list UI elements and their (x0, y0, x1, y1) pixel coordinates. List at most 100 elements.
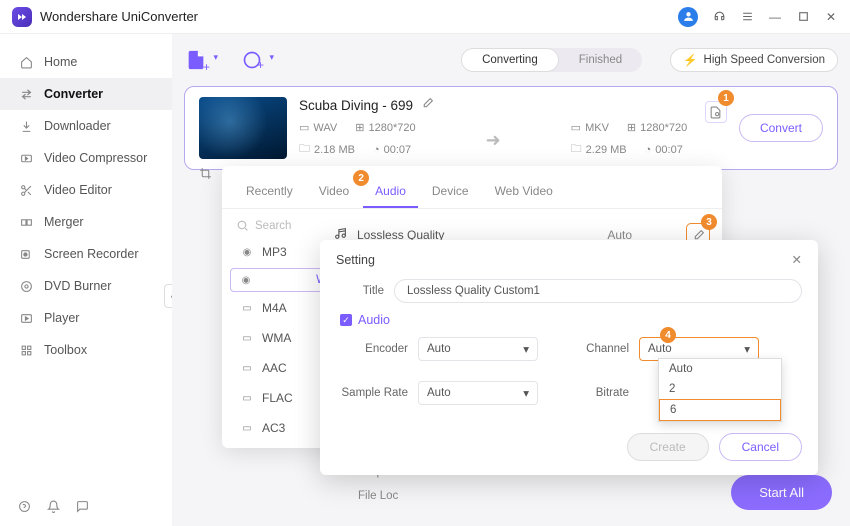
sidebar-item-label: Converter (44, 87, 103, 101)
src-dur: ◔ 00:07 (373, 140, 411, 159)
edit-name-icon[interactable] (421, 97, 434, 113)
disc-icon: ◉ (240, 245, 254, 259)
user-avatar-icon[interactable] (678, 7, 698, 27)
settings-dialog: Setting✕ Title ✓Audio EncoderAuto▾ Chann… (320, 240, 818, 475)
arrow-icon: ➜ (486, 130, 501, 151)
tab-audio[interactable]: Audio (363, 176, 418, 208)
format-mp3[interactable]: ◉MP3 (230, 238, 314, 266)
channel-dropdown: Auto 2 6 (658, 358, 782, 422)
file-card[interactable]: Scuba Diving - 699 ▭ WAV ⊞ 1280*720 🗀 2.1… (184, 86, 838, 170)
src-format: ▭ WAV (299, 121, 337, 134)
sidebar-item-merger[interactable]: Merger (0, 206, 172, 238)
sidebar-item-player[interactable]: Player (0, 302, 172, 334)
maximize-icon[interactable] (796, 10, 810, 24)
app-logo (12, 7, 32, 27)
tab-device[interactable]: Device (420, 176, 481, 208)
sidebar-item-toolbox[interactable]: Toolbox (0, 334, 172, 366)
high-speed-toggle[interactable]: ⚡ High Speed Conversion (670, 48, 838, 72)
high-speed-label: High Speed Conversion (704, 54, 825, 66)
start-all-button[interactable]: Start All (731, 475, 832, 510)
close-settings-icon[interactable]: ✕ (792, 252, 802, 267)
format-flac[interactable]: ▭FLAC (230, 384, 314, 412)
sidebar-item-converter[interactable]: Converter (0, 78, 172, 110)
status-segment: Converting Finished (461, 48, 642, 72)
samplerate-label: Sample Rate (336, 387, 408, 399)
help-icon[interactable] (18, 500, 31, 516)
step-badge-1: 1 (718, 90, 734, 106)
encoder-select[interactable]: Auto▾ (418, 337, 538, 361)
add-folder-button[interactable]: +▾ (240, 48, 264, 72)
tab-webvideo[interactable]: Web Video (483, 176, 565, 208)
convert-button[interactable]: Convert (739, 114, 823, 142)
channel-option-6[interactable]: 6 (659, 399, 781, 421)
titlebar: Wondershare UniConverter — ✕ (0, 0, 850, 34)
crop-icon[interactable] (199, 167, 212, 183)
sidebar-item-label: Video Compressor (44, 151, 147, 165)
bolt-icon: ⚡ (683, 53, 697, 67)
checkbox-checked-icon[interactable]: ✓ (340, 314, 352, 326)
channel-label: Channel (581, 343, 629, 355)
sidebar-item-home[interactable]: Home (0, 46, 172, 78)
sidebar-item-label: DVD Burner (44, 279, 111, 293)
cancel-button[interactable]: Cancel (719, 433, 802, 461)
file-icon: ▭ (240, 361, 254, 375)
disc-icon: ◉ (239, 273, 253, 287)
file-icon: ▭ (240, 391, 254, 405)
samplerate-select[interactable]: Auto▾ (418, 381, 538, 405)
src-size: 🗀 2.18 MB (299, 140, 355, 159)
bell-icon[interactable] (47, 500, 60, 516)
app-title: Wondershare UniConverter (40, 9, 198, 24)
sidebar-item-compressor[interactable]: Video Compressor (0, 142, 172, 174)
compress-icon (18, 150, 34, 166)
sidebar-item-dvd[interactable]: DVD Burner (0, 270, 172, 302)
step-badge-3: 3 (701, 214, 717, 230)
encoder-label: Encoder (336, 343, 408, 355)
minimize-icon[interactable]: — (768, 10, 782, 24)
format-search-input[interactable]: Search (230, 215, 314, 236)
src-res: ⊞ 1280*720 (355, 121, 415, 134)
support-icon[interactable] (712, 10, 726, 24)
search-placeholder: Search (255, 220, 291, 232)
home-icon (18, 54, 34, 70)
file-icon: ▭ (240, 301, 254, 315)
sidebar-item-label: Screen Recorder (44, 247, 139, 261)
menu-icon[interactable] (740, 10, 754, 24)
tab-finished[interactable]: Finished (559, 48, 642, 72)
play-icon (18, 310, 34, 326)
file-name: Scuba Diving - 699 (299, 98, 413, 113)
create-button[interactable]: Create (627, 433, 709, 461)
sidebar-item-label: Home (44, 55, 77, 69)
sidebar-item-label: Toolbox (44, 343, 87, 357)
output-format-button[interactable]: 1 (705, 101, 727, 123)
video-thumbnail[interactable] (199, 97, 287, 159)
close-icon[interactable]: ✕ (824, 10, 838, 24)
sidebar-item-downloader[interactable]: Downloader (0, 110, 172, 142)
settings-title: Setting (336, 253, 375, 267)
title-input[interactable] (394, 279, 802, 303)
sidebar-item-label: Video Editor (44, 183, 112, 197)
format-wma[interactable]: ▭WMA (230, 324, 314, 352)
channel-option-auto[interactable]: Auto (659, 359, 781, 379)
channel-option-2[interactable]: 2 (659, 379, 781, 399)
format-ac3[interactable]: ▭AC3 (230, 414, 314, 442)
format-m4a[interactable]: ▭M4A (230, 294, 314, 322)
feedback-icon[interactable] (76, 500, 89, 516)
file-icon: ▭ (240, 331, 254, 345)
dst-res: ⊞ 1280*720 (627, 121, 687, 134)
disc-icon (18, 278, 34, 294)
download-icon (18, 118, 34, 134)
file-icon: ▭ (240, 421, 254, 435)
sidebar-item-label: Merger (44, 215, 84, 229)
merge-icon (18, 214, 34, 230)
tab-video[interactable]: Video2 (307, 176, 361, 208)
sidebar: Home Converter Downloader Video Compress… (0, 34, 172, 526)
format-aac[interactable]: ▭AAC (230, 354, 314, 382)
sidebar-item-label: Player (44, 311, 79, 325)
bitrate-label: Bitrate (581, 387, 629, 399)
add-file-button[interactable]: +▾ (184, 48, 208, 72)
sidebar-item-editor[interactable]: Video Editor (0, 174, 172, 206)
sidebar-item-label: Downloader (44, 119, 111, 133)
tab-converting[interactable]: Converting (461, 48, 559, 72)
tab-recently[interactable]: Recently (234, 176, 305, 208)
sidebar-item-recorder[interactable]: Screen Recorder (0, 238, 172, 270)
